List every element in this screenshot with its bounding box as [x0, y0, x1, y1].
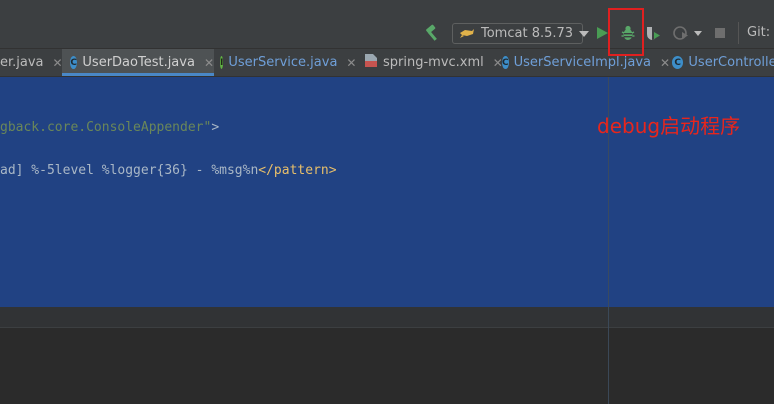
- code-line: gback.core.ConsoleAppender">: [0, 120, 219, 135]
- run-icon[interactable]: [593, 24, 611, 42]
- close-icon[interactable]: ✕: [204, 56, 214, 70]
- xml-file-icon: [364, 53, 378, 72]
- profile-icon[interactable]: [672, 24, 690, 42]
- close-icon[interactable]: ✕: [346, 56, 356, 70]
- tab-usercontroller[interactable]: C UserController: [672, 49, 774, 76]
- code-string: gback.core.ConsoleAppender": [0, 120, 212, 135]
- code-line: ad] %-5level %logger{36} - %msg%n</patte…: [0, 163, 337, 178]
- tab-userdaotest[interactable]: C UserDaoTest.java ✕: [62, 49, 214, 76]
- tab-user-partial[interactable]: er.java ✕: [0, 49, 63, 76]
- tab-userserviceimpl[interactable]: C UserServiceImpl.java ✕: [502, 49, 670, 76]
- debug-annotation: debug启动程序: [597, 114, 741, 138]
- editor-bottom-area: [0, 307, 774, 327]
- code-text: ad] %-5level %logger{36} - %msg%n: [0, 163, 259, 178]
- git-label[interactable]: Git:: [747, 25, 770, 40]
- run-configuration-select[interactable]: Tomcat 8.5.73: [452, 23, 590, 44]
- profile-chevron-down-icon[interactable]: [694, 31, 702, 36]
- tab-label: UserService.java: [228, 55, 338, 70]
- code-bracket: >: [211, 120, 220, 135]
- interface-icon: I: [220, 56, 224, 69]
- chevron-down-icon: [579, 30, 590, 37]
- tab-userservice[interactable]: I UserService.java ✕: [220, 49, 356, 76]
- tab-label: UserController: [688, 55, 774, 70]
- main-toolbar: Tomcat 8.5.73 Git:: [0, 0, 774, 49]
- debug-bug-icon[interactable]: [617, 22, 639, 44]
- coverage-icon[interactable]: [644, 24, 662, 42]
- class-icon: C: [502, 56, 509, 69]
- class-icon: C: [70, 56, 78, 69]
- hammer-icon[interactable]: [423, 23, 443, 43]
- tab-label: UserDaoTest.java: [82, 55, 195, 70]
- code-tag: </pattern>: [258, 163, 337, 178]
- tab-spring-mvc[interactable]: spring-mvc.xml ✕: [364, 49, 503, 76]
- tab-label: spring-mvc.xml: [383, 55, 484, 70]
- editor-tab-bar: er.java ✕ C UserDaoTest.java ✕ I UserSer…: [0, 49, 774, 77]
- run-configuration-label: Tomcat 8.5.73: [481, 26, 574, 41]
- class-icon: C: [672, 56, 684, 69]
- bottom-panel: [0, 327, 774, 404]
- tab-label: er.java: [0, 55, 44, 70]
- ide-window: Tomcat 8.5.73 Git: er.java ✕ C UserDaoTe…: [0, 0, 774, 404]
- stop-icon[interactable]: [713, 26, 727, 40]
- tab-label: UserServiceImpl.java: [513, 55, 652, 70]
- close-icon[interactable]: ✕: [660, 56, 670, 70]
- toolbar-separator: [738, 22, 739, 44]
- tomcat-icon: [459, 24, 475, 43]
